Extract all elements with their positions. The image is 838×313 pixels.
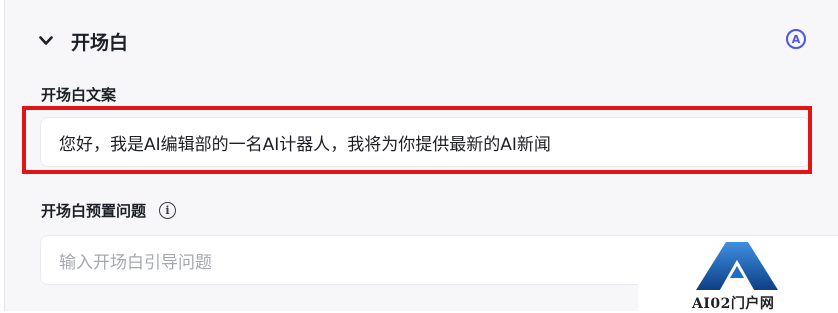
auto-generate-icon[interactable]: A: [786, 29, 806, 49]
watermark: AI02门户网: [638, 238, 838, 312]
info-icon[interactable]: i: [159, 202, 177, 219]
opening-text-label: 开场白文案: [41, 86, 117, 104]
preset-questions-label: 开场白预置问题: [41, 202, 147, 220]
section-title: 开场白: [71, 31, 129, 54]
watermark-text: AI02门户网: [692, 296, 775, 312]
highlight-annotation-box: [22, 106, 812, 174]
watermark-logo-icon: [696, 240, 780, 292]
chevron-down-icon[interactable]: [39, 34, 53, 48]
section-header[interactable]: 开场白: [39, 24, 128, 58]
preset-questions-label-row: 开场白预置问题 i: [41, 200, 177, 221]
preset-question-placeholder: 输入开场白引导问题: [59, 252, 212, 273]
